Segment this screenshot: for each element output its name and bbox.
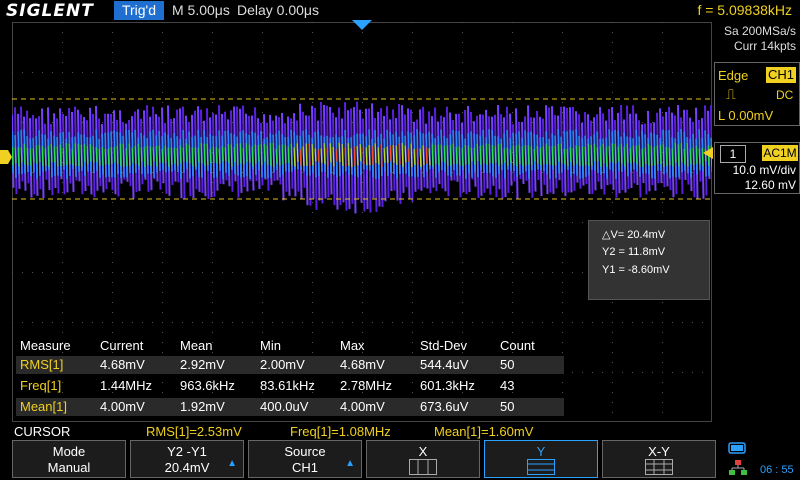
memory-depth: Curr 14kpts bbox=[733, 39, 796, 53]
timebase-readout[interactable]: M 5.00μs bbox=[172, 2, 230, 18]
table-row: Freq[1] 1.44MHz 963.6kHz 83.61kHz 2.78MH… bbox=[16, 377, 564, 395]
trigger-coupling: DC bbox=[776, 88, 794, 102]
cell: 673.6uV bbox=[420, 399, 469, 414]
knob-arrow-icon: ▲ bbox=[345, 458, 355, 469]
cell: 963.6kHz bbox=[180, 378, 235, 393]
table-row: RMS[1] 4.68mV 2.92mV 2.00mV 4.68mV 544.4… bbox=[16, 356, 564, 374]
measurement-status-bar bbox=[0, 422, 800, 440]
menu-title: CURSOR bbox=[14, 424, 71, 439]
softkey-label: Y2 -Y1 bbox=[167, 444, 207, 459]
xy-cursor-icon bbox=[645, 459, 673, 475]
status-mean: Mean[1]=1.60mV bbox=[434, 424, 534, 439]
network-icon bbox=[729, 460, 747, 475]
cell: 1.44MHz bbox=[100, 378, 153, 393]
trigger-source: CH1 bbox=[766, 67, 796, 83]
cell: 50 bbox=[500, 357, 515, 372]
cell: 601.3kHz bbox=[420, 378, 475, 393]
measure-name: Freq[1] bbox=[20, 378, 62, 393]
mode-softkey[interactable]: Mode Manual bbox=[12, 440, 126, 478]
softkey-value: Manual bbox=[47, 460, 91, 475]
status-rms: RMS[1]=2.53mV bbox=[146, 424, 242, 439]
y-cursor-softkey[interactable]: Y2 -Y1 20.4mV ▲ bbox=[130, 440, 244, 478]
xy-cursor-softkey[interactable]: X-Y bbox=[602, 440, 716, 478]
trigger-level-marker[interactable] bbox=[703, 147, 713, 159]
column-header: Count bbox=[500, 338, 535, 353]
softkey-label: Mode bbox=[52, 444, 86, 459]
channel-coupling: AC1M bbox=[762, 145, 798, 161]
cell: 4.68mV bbox=[100, 357, 145, 372]
cursor-y1: Y1 = -8.60mV bbox=[602, 264, 670, 276]
column-header: Mean bbox=[180, 338, 213, 353]
cell: 4.00mV bbox=[340, 399, 385, 414]
x-cursor-icon bbox=[409, 459, 437, 475]
battery-icon bbox=[728, 442, 746, 454]
cell: 400.0uV bbox=[260, 399, 309, 414]
cell: 4.68mV bbox=[340, 357, 385, 372]
column-header: Measure bbox=[20, 338, 71, 353]
source-softkey[interactable]: Source CH1 ▲ bbox=[248, 440, 362, 478]
column-header: Min bbox=[260, 338, 281, 353]
cell: 2.00mV bbox=[260, 357, 305, 372]
trigger-status-badge: Trig'd bbox=[114, 1, 164, 20]
cursor-delta-v: △V= 20.4mV bbox=[602, 229, 666, 241]
softkey-label: X-Y bbox=[648, 444, 670, 459]
table-header-row: Measure Current Mean Min Max Std-Dev Cou… bbox=[16, 337, 564, 355]
trigger-type: Edge bbox=[718, 68, 749, 83]
softkey-label: X bbox=[418, 444, 428, 459]
channel-number: 1 bbox=[720, 145, 746, 163]
y-cursor-icon bbox=[527, 459, 555, 475]
sample-rate: Sa 200MSa/s bbox=[723, 24, 796, 38]
frequency-readout: f = 5.09838kHz bbox=[697, 2, 792, 18]
cell: 544.4uV bbox=[420, 357, 469, 372]
clock: 06 : 55 bbox=[760, 464, 794, 476]
measure-name: Mean[1] bbox=[20, 399, 67, 414]
trigger-level: L 0.00mV bbox=[718, 108, 774, 123]
channel1-offset-marker[interactable] bbox=[0, 150, 12, 164]
cell: 1.92mV bbox=[180, 399, 225, 414]
measure-name: RMS[1] bbox=[20, 357, 64, 372]
falling-edge-icon: ⎍ bbox=[726, 86, 736, 102]
delay-readout[interactable]: Delay 0.00μs bbox=[237, 2, 319, 18]
cursor-y2: Y2 = 11.8mV bbox=[602, 246, 666, 258]
brand-logo: SIGLENT bbox=[6, 1, 94, 21]
channel1-trace bbox=[12, 101, 712, 214]
softkey-label: Source bbox=[284, 444, 326, 459]
channel-scale: 10.0 mV/div bbox=[732, 163, 796, 177]
trigger-position-marker[interactable] bbox=[352, 20, 372, 32]
cell: 2.78MHz bbox=[340, 378, 393, 393]
cell: 4.00mV bbox=[100, 399, 145, 414]
column-header: Std-Dev bbox=[420, 338, 467, 353]
knob-arrow-icon: ▲ bbox=[227, 458, 237, 469]
cell: 83.61kHz bbox=[260, 378, 315, 393]
table-row: Mean[1] 4.00mV 1.92mV 400.0uV 4.00mV 673… bbox=[16, 398, 564, 416]
y-select-softkey[interactable]: Y bbox=[484, 440, 598, 478]
column-header: Max bbox=[340, 338, 365, 353]
status-freq: Freq[1]=1.08MHz bbox=[290, 424, 391, 439]
column-header: Current bbox=[100, 338, 144, 353]
cell: 43 bbox=[500, 378, 515, 393]
cell: 50 bbox=[500, 399, 515, 414]
channel-offset: 12.60 mV bbox=[744, 178, 796, 192]
x-cursor-softkey[interactable]: X bbox=[366, 440, 480, 478]
cell: 2.92mV bbox=[180, 357, 225, 372]
softkey-label: Y bbox=[536, 444, 546, 459]
